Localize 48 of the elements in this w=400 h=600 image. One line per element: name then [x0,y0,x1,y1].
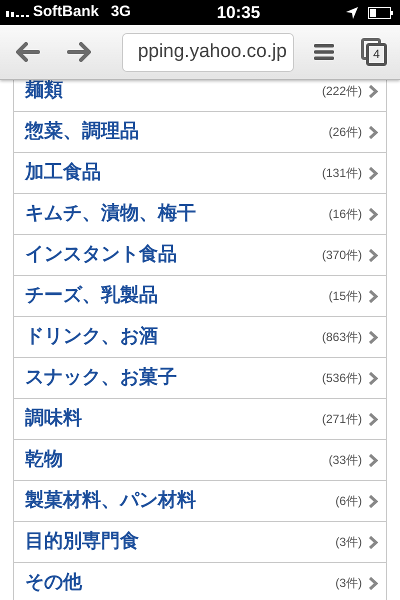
category-name: チーズ、乳製品 [25,284,158,308]
item-count: (16件) [328,206,362,223]
clock-time: 10:35 [216,2,260,24]
category-name: その他 [25,570,82,595]
item-count: (370件) [322,247,362,264]
item-count: (222件) [322,83,362,100]
chevron-icon [368,330,378,344]
item-count: (3件) [335,575,362,592]
chevron-icon [368,412,378,426]
item-count: (131件) [322,165,362,182]
location-arrow-icon [346,6,358,18]
battery-icon [368,6,394,18]
item-count: (6件) [335,493,362,510]
carrier-name: SoftBank [33,2,99,22]
chevron-icon [368,248,378,262]
address-field[interactable]: pping.yahoo.co.jp [122,32,294,72]
category-name: インスタント食品 [25,242,177,267]
item-count: (15件) [328,288,362,305]
network-type: 3G [110,2,131,22]
chevron-icon [368,166,378,180]
chevron-icon [368,124,378,140]
category-name: 調味料 [25,406,82,431]
signal-icon [6,8,30,16]
item-count: (271件) [322,411,362,428]
category-name: 麺類 [25,80,63,103]
category-name: 惣菜、調理品 [25,120,139,144]
item-count: (26件) [328,124,362,141]
category-name: スナック、お菓子 [25,366,177,390]
chevron-icon [368,452,378,468]
chevron-icon [368,288,378,304]
item-count: (33件) [328,452,362,469]
item-count: (863件) [322,329,362,346]
chevron-icon [368,370,378,386]
item-count: (3件) [335,534,362,551]
category-name: 加工食品 [25,160,101,185]
category-name: 製菓材料、パン材料 [25,488,196,513]
item-count: (536件) [322,370,362,387]
category-name: 目的別専門食 [25,530,139,554]
chevron-icon [368,534,378,550]
category-name: キムチ、漬物、梅干 [25,202,196,226]
chevron-icon [368,84,378,98]
chevron-icon [368,494,378,508]
category-row[interactable]: 麺類 (222件) [14,80,386,112]
category-name: ドリンク、お酒 [25,324,158,349]
menu-button[interactable] [314,41,335,63]
category-name: 乾物 [25,448,63,472]
chevron-icon [368,576,378,590]
chevron-icon [368,206,378,222]
